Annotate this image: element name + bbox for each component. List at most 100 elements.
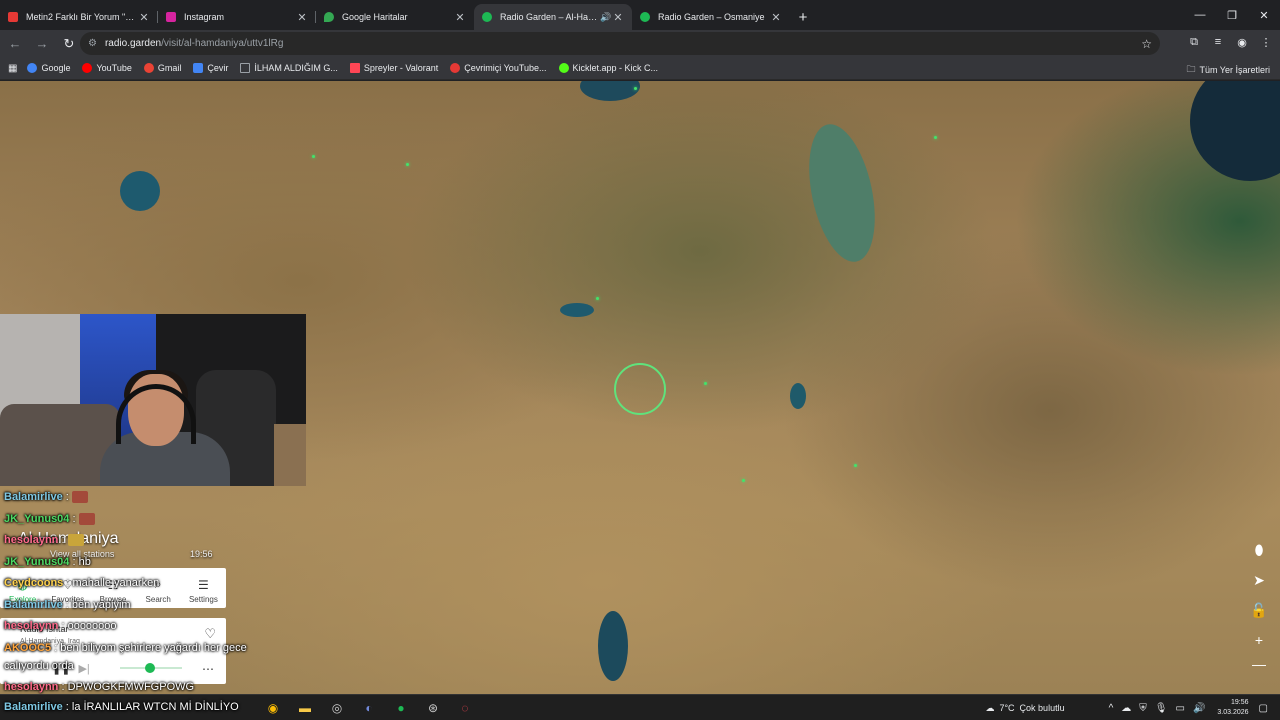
window-controls: — ❐ ✕ [1184, 0, 1280, 30]
chat-line: hesolaynn : DPWOGKFMWFGPOWG [4, 681, 195, 693]
unlock-icon[interactable]: 🔓 [1248, 599, 1270, 621]
station-dot[interactable] [854, 464, 857, 467]
forward-arrow-icon[interactable]: → [30, 32, 54, 56]
location-pin-icon[interactable]: ⬮ [1248, 539, 1270, 561]
station-dot[interactable] [704, 382, 707, 385]
zoom-in-icon[interactable]: + [1248, 629, 1270, 651]
minimize-icon[interactable]: — [1184, 0, 1216, 30]
lake-urmia [798, 118, 886, 268]
volume-icon[interactable]: 🔊 [1193, 703, 1205, 714]
address-bar[interactable]: ⚙ radio.garden/visit/al-hamdaniya/uttv1l… [80, 32, 1160, 55]
microphone-icon[interactable]: 🎙 [1155, 703, 1168, 714]
bookmark-star-icon[interactable]: ☆ [1141, 37, 1152, 51]
discord-icon[interactable]: ◐ [358, 698, 380, 718]
apps-grid-icon[interactable]: ▦ [8, 63, 17, 74]
tab-strip: Metin2 Farklı Bir Yorum "Hadi G ✕ Instag… [0, 0, 1280, 30]
riot-client-icon[interactable]: ◌ [454, 698, 476, 718]
instagram-icon [166, 12, 176, 22]
new-tab-button[interactable]: + [790, 4, 816, 30]
chat-line: calıyordu orda [4, 660, 74, 672]
security-icon[interactable]: ⛨ [1139, 703, 1147, 714]
browser-toolbar: ← → ↻ ⚙ radio.garden/visit/al-hamdaniya/… [0, 30, 1280, 57]
zoom-out-icon[interactable]: — [1248, 653, 1270, 675]
chat-line: hesolaynn : [4, 534, 84, 547]
more-options-icon[interactable]: ⋯ [202, 662, 214, 676]
tab-metin2[interactable]: Metin2 Farklı Bir Yorum "Hadi G ✕ [0, 4, 158, 30]
hamburger-icon: ☰ [198, 578, 209, 592]
close-tab-icon[interactable]: ✕ [296, 11, 308, 24]
tab-instagram[interactable]: Instagram ✕ [158, 4, 316, 30]
tab-google-maps[interactable]: Google Haritalar ✕ [316, 4, 474, 30]
weather-widget[interactable]: ☁ 7°C Çok bulutlu [985, 703, 1064, 714]
bookmark-valorant[interactable]: Spreyler - Valorant [349, 63, 438, 73]
chat-line: Balamirlive : [4, 491, 88, 504]
bookmark-online-youtube[interactable]: Çevrimiçi YouTube... [450, 63, 547, 73]
close-tab-icon[interactable]: ✕ [454, 11, 466, 24]
bookmark-google[interactable]: Google [27, 63, 70, 73]
locate-me-icon[interactable]: ➤ [1248, 569, 1270, 591]
close-tab-icon[interactable]: ✕ [612, 11, 624, 24]
skip-next-icon[interactable]: ▶| [78, 662, 89, 675]
station-dot[interactable] [634, 87, 637, 90]
station-dot[interactable] [596, 297, 599, 300]
bookmark-youtube[interactable]: YouTube [82, 63, 132, 73]
reservoir [790, 383, 806, 409]
bookmark-gmail[interactable]: Gmail [143, 63, 181, 73]
tab-radio-garden-hamdaniya[interactable]: Radio Garden – Al-Hamdan 🔊 ✕ [474, 4, 632, 30]
restore-icon[interactable]: ❐ [1216, 0, 1248, 30]
file-explorer-icon[interactable]: ▬ [294, 698, 316, 718]
caspian-sea [1190, 81, 1280, 181]
tab-radio-garden-osmaniye[interactable]: Radio Garden – Osmaniye ✕ [632, 4, 790, 30]
selected-station-ring[interactable] [614, 363, 666, 415]
youtube-icon [8, 12, 18, 22]
station-dot[interactable] [742, 479, 745, 482]
speaker-icon[interactable]: 🔊 [600, 12, 612, 23]
reload-icon[interactable]: ↻ [57, 32, 81, 56]
network-icon[interactable]: ▭ [1175, 703, 1184, 714]
clock[interactable]: 19:56 3.03.2026 [1217, 698, 1248, 718]
station-dot[interactable] [312, 155, 315, 158]
url-host: radio.garden [104, 38, 162, 49]
nav-settings[interactable]: ☰ Settings [181, 568, 226, 608]
close-tab-icon[interactable]: ✕ [138, 11, 150, 24]
media-control-icon[interactable]: ≡ [1210, 34, 1226, 50]
steam-icon[interactable]: ⊛ [422, 698, 444, 718]
station-dot[interactable] [934, 136, 937, 139]
bookmarks-bar: ▦ Google YouTube Gmail Çevir İLHAM ALDIĞ… [0, 57, 1280, 80]
reservoir [120, 171, 160, 211]
spotify-icon[interactable]: ● [390, 698, 412, 718]
favorite-heart-icon[interactable]: ♡ [204, 626, 216, 642]
chrome-icon[interactable]: ◉ [262, 698, 284, 718]
gulf-water [598, 611, 628, 681]
webcam-overlay [0, 314, 306, 486]
system-tray: ☁ 7°C Çok bulutlu ^ ☁ ⛨ 🎙 ▭ 🔊 19:56 3.03… [985, 698, 1272, 718]
station-dot[interactable] [406, 163, 409, 166]
site-info-icon[interactable]: ⚙ [88, 38, 97, 49]
menu-icon[interactable]: ⋮ [1258, 34, 1274, 50]
back-arrow-icon[interactable]: ← [3, 32, 27, 56]
cloudy-weather-icon: ☁ [985, 702, 995, 713]
volume-slider-knob[interactable] [145, 663, 155, 673]
tab-title: Radio Garden – Al-Hamdan [500, 12, 600, 22]
onedrive-icon[interactable]: ☁ [1121, 703, 1131, 714]
chat-line: Balamirlive : ben yapiyim [4, 599, 131, 611]
extensions-icon[interactable]: ⧉ [1186, 34, 1202, 50]
obs-icon[interactable]: ◎ [326, 698, 348, 718]
tab-title: Radio Garden – Osmaniye [658, 12, 765, 22]
chat-line: JK_Yunus04 : [4, 513, 95, 526]
reservoir [580, 81, 640, 101]
chat-line: Balamirlive : la İRANLILAR WTCN Mİ DİNLİ… [4, 701, 239, 713]
bookmark-folder[interactable]: İLHAM ALDIĞIM G... [240, 63, 338, 73]
chevron-up-icon[interactable]: ^ [1109, 703, 1114, 714]
close-tab-icon[interactable]: ✕ [770, 11, 782, 24]
close-window-icon[interactable]: ✕ [1248, 0, 1280, 30]
notification-icon[interactable]: ▢ [1259, 703, 1268, 714]
bookmark-translate[interactable]: Çevir [193, 63, 228, 73]
emote-icon [67, 534, 84, 547]
all-bookmarks[interactable]: 🗀 Tüm Yer İşaretleri [1186, 62, 1270, 78]
bookmark-kicklet[interactable]: Kicklet.app - Kick C... [558, 63, 658, 73]
profile-icon[interactable]: ◉ [1234, 34, 1250, 50]
chat-line: Ceydcoons : mahalle yanarken [4, 577, 160, 589]
maps-pin-icon [324, 12, 334, 22]
url-path: /visit/al-hamdaniya/uttv1lRg [161, 38, 284, 49]
